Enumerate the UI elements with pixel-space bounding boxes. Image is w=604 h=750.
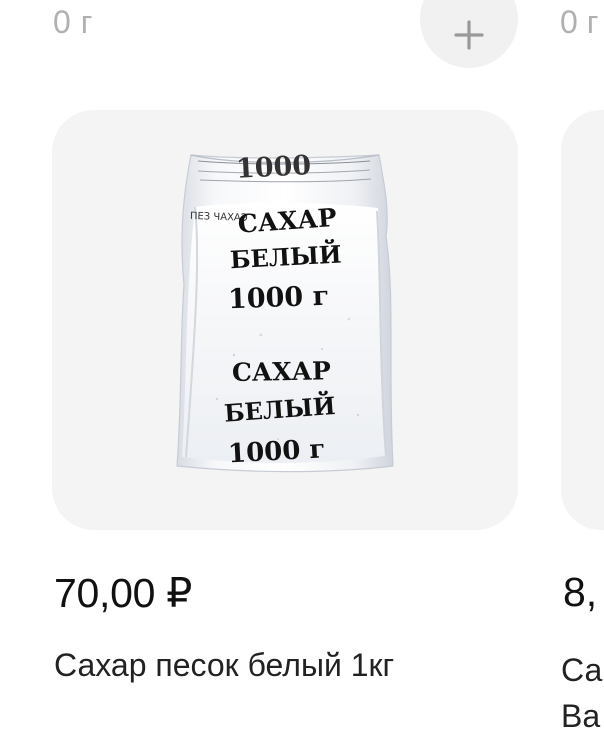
next-product-card[interactable]: [561, 110, 604, 530]
bag-top-label: 1000: [235, 153, 312, 185]
sugar-bag-image: 1000 ПЕЗ ЧАХАЭ САХАР БЕЛЫЙ 1000 г САХАР …: [176, 153, 394, 473]
next-weight-counter: 0 г: [560, 4, 599, 40]
bag-line-weight-1: 1000 г: [227, 281, 329, 316]
weight-counter: 0 г: [53, 4, 93, 40]
product-title[interactable]: Сахар песок белый 1кг: [54, 647, 394, 684]
bag-line-sugar-2: САХАР: [232, 356, 332, 387]
bag-line-weight-2: 1000 г: [227, 434, 326, 469]
next-product-title[interactable]: Са Ва: [561, 647, 604, 739]
product-list-page: 0 г 0 г 1000 ПЕЗ ЧАХАЭ САХАР БЕЛЫЙ 1000 …: [0, 0, 604, 750]
add-to-cart-button[interactable]: [420, 0, 518, 68]
product-card[interactable]: 1000 ПЕЗ ЧАХАЭ САХАР БЕЛЫЙ 1000 г САХАР …: [52, 110, 518, 530]
next-product-price: 8,: [563, 569, 598, 615]
product-price: 70,00 ₽: [54, 570, 192, 616]
plus-icon: [454, 20, 484, 50]
